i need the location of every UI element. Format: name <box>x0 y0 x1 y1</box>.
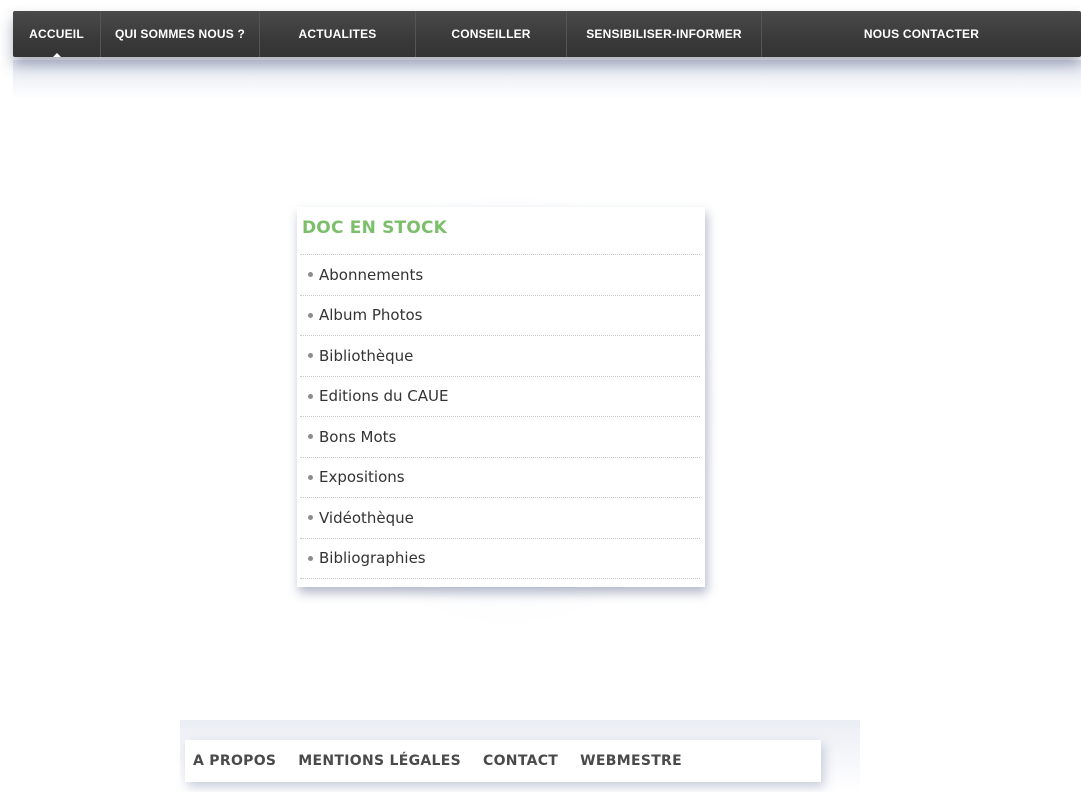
doc-list-item-label: Bibliothèque <box>319 346 414 365</box>
nav-item-conseiller[interactable]: CONSEILLER <box>416 11 567 57</box>
nav-item-label: ACTUALITES <box>298 27 377 41</box>
doc-list-item-label: Bibliographies <box>319 549 426 568</box>
nav-item-label: QUI SOMMES NOUS ? <box>114 27 246 41</box>
doc-list-item-label: Album Photos <box>319 306 423 325</box>
footer-link-a-propos[interactable]: A PROPOS <box>193 753 276 769</box>
bullet-icon <box>308 555 313 561</box>
doc-list-item-bibliotheque[interactable]: Bibliothèque <box>300 336 700 377</box>
doc-list-item-abonnements[interactable]: Abonnements <box>300 255 700 296</box>
bullet-icon <box>308 272 313 278</box>
nav-item-label: NOUS CONTACTER <box>863 27 980 41</box>
nav-shadow <box>13 60 1081 100</box>
bullet-icon <box>308 474 313 480</box>
page: ACCUEIL QUI SOMMES NOUS ? ACTUALITES CON… <box>0 0 1081 792</box>
nav-item-label: SENSIBILISER-INFORMER <box>586 27 742 41</box>
nav-item-label: ACCUEIL <box>29 27 84 41</box>
nav-item-accueil[interactable]: ACCUEIL <box>13 11 101 57</box>
doc-list-item-label: Expositions <box>319 468 405 487</box>
doc-list-item-editions-caue[interactable]: Editions du CAUE <box>300 377 700 417</box>
bullet-icon <box>308 515 313 521</box>
main-navigation: ACCUEIL QUI SOMMES NOUS ? ACTUALITES CON… <box>13 11 1081 57</box>
bullet-icon <box>308 312 313 318</box>
doc-list-item-bibliographies[interactable]: Bibliographies <box>300 539 700 579</box>
bullet-icon <box>308 393 313 399</box>
doc-list-item-videotheque[interactable]: Vidéothèque <box>300 498 700 539</box>
nav-item-sensibiliser-informer[interactable]: SENSIBILISER-INFORMER <box>567 11 762 57</box>
doc-list-item-album-photos[interactable]: Album Photos <box>300 296 700 336</box>
doc-list-item-label: Editions du CAUE <box>319 387 449 406</box>
doc-list-item-label: Vidéothèque <box>319 508 414 527</box>
doc-en-stock-panel: DOC EN STOCK Abonnements Album Photos Bi… <box>297 207 705 587</box>
bullet-icon <box>308 434 313 440</box>
doc-list-item-expositions[interactable]: Expositions <box>300 458 700 498</box>
footer-link-webmestre[interactable]: WEBMESTRE <box>580 753 682 769</box>
nav-item-nous-contacter[interactable]: NOUS CONTACTER <box>762 11 1081 57</box>
nav-item-label: CONSEILLER <box>451 27 531 41</box>
footer-link-contact[interactable]: CONTACT <box>483 753 558 769</box>
doc-list-item-label: Abonnements <box>319 265 424 284</box>
bullet-icon <box>308 353 313 359</box>
caret-up-icon <box>52 53 61 57</box>
footer-bar: A PROPOS MENTIONS LÉGALES CONTACT WEBMES… <box>185 740 821 782</box>
doc-panel-list: Abonnements Album Photos Bibliothèque Ed… <box>300 254 700 579</box>
doc-list-item-bons-mots[interactable]: Bons Mots <box>300 417 700 458</box>
nav-item-actualites[interactable]: ACTUALITES <box>260 11 416 57</box>
doc-panel-title: DOC EN STOCK <box>302 218 448 238</box>
nav-item-qui-sommes-nous[interactable]: QUI SOMMES NOUS ? <box>101 11 260 57</box>
doc-list-item-label: Bons Mots <box>319 427 397 446</box>
footer-link-mentions-legales[interactable]: MENTIONS LÉGALES <box>298 753 461 769</box>
